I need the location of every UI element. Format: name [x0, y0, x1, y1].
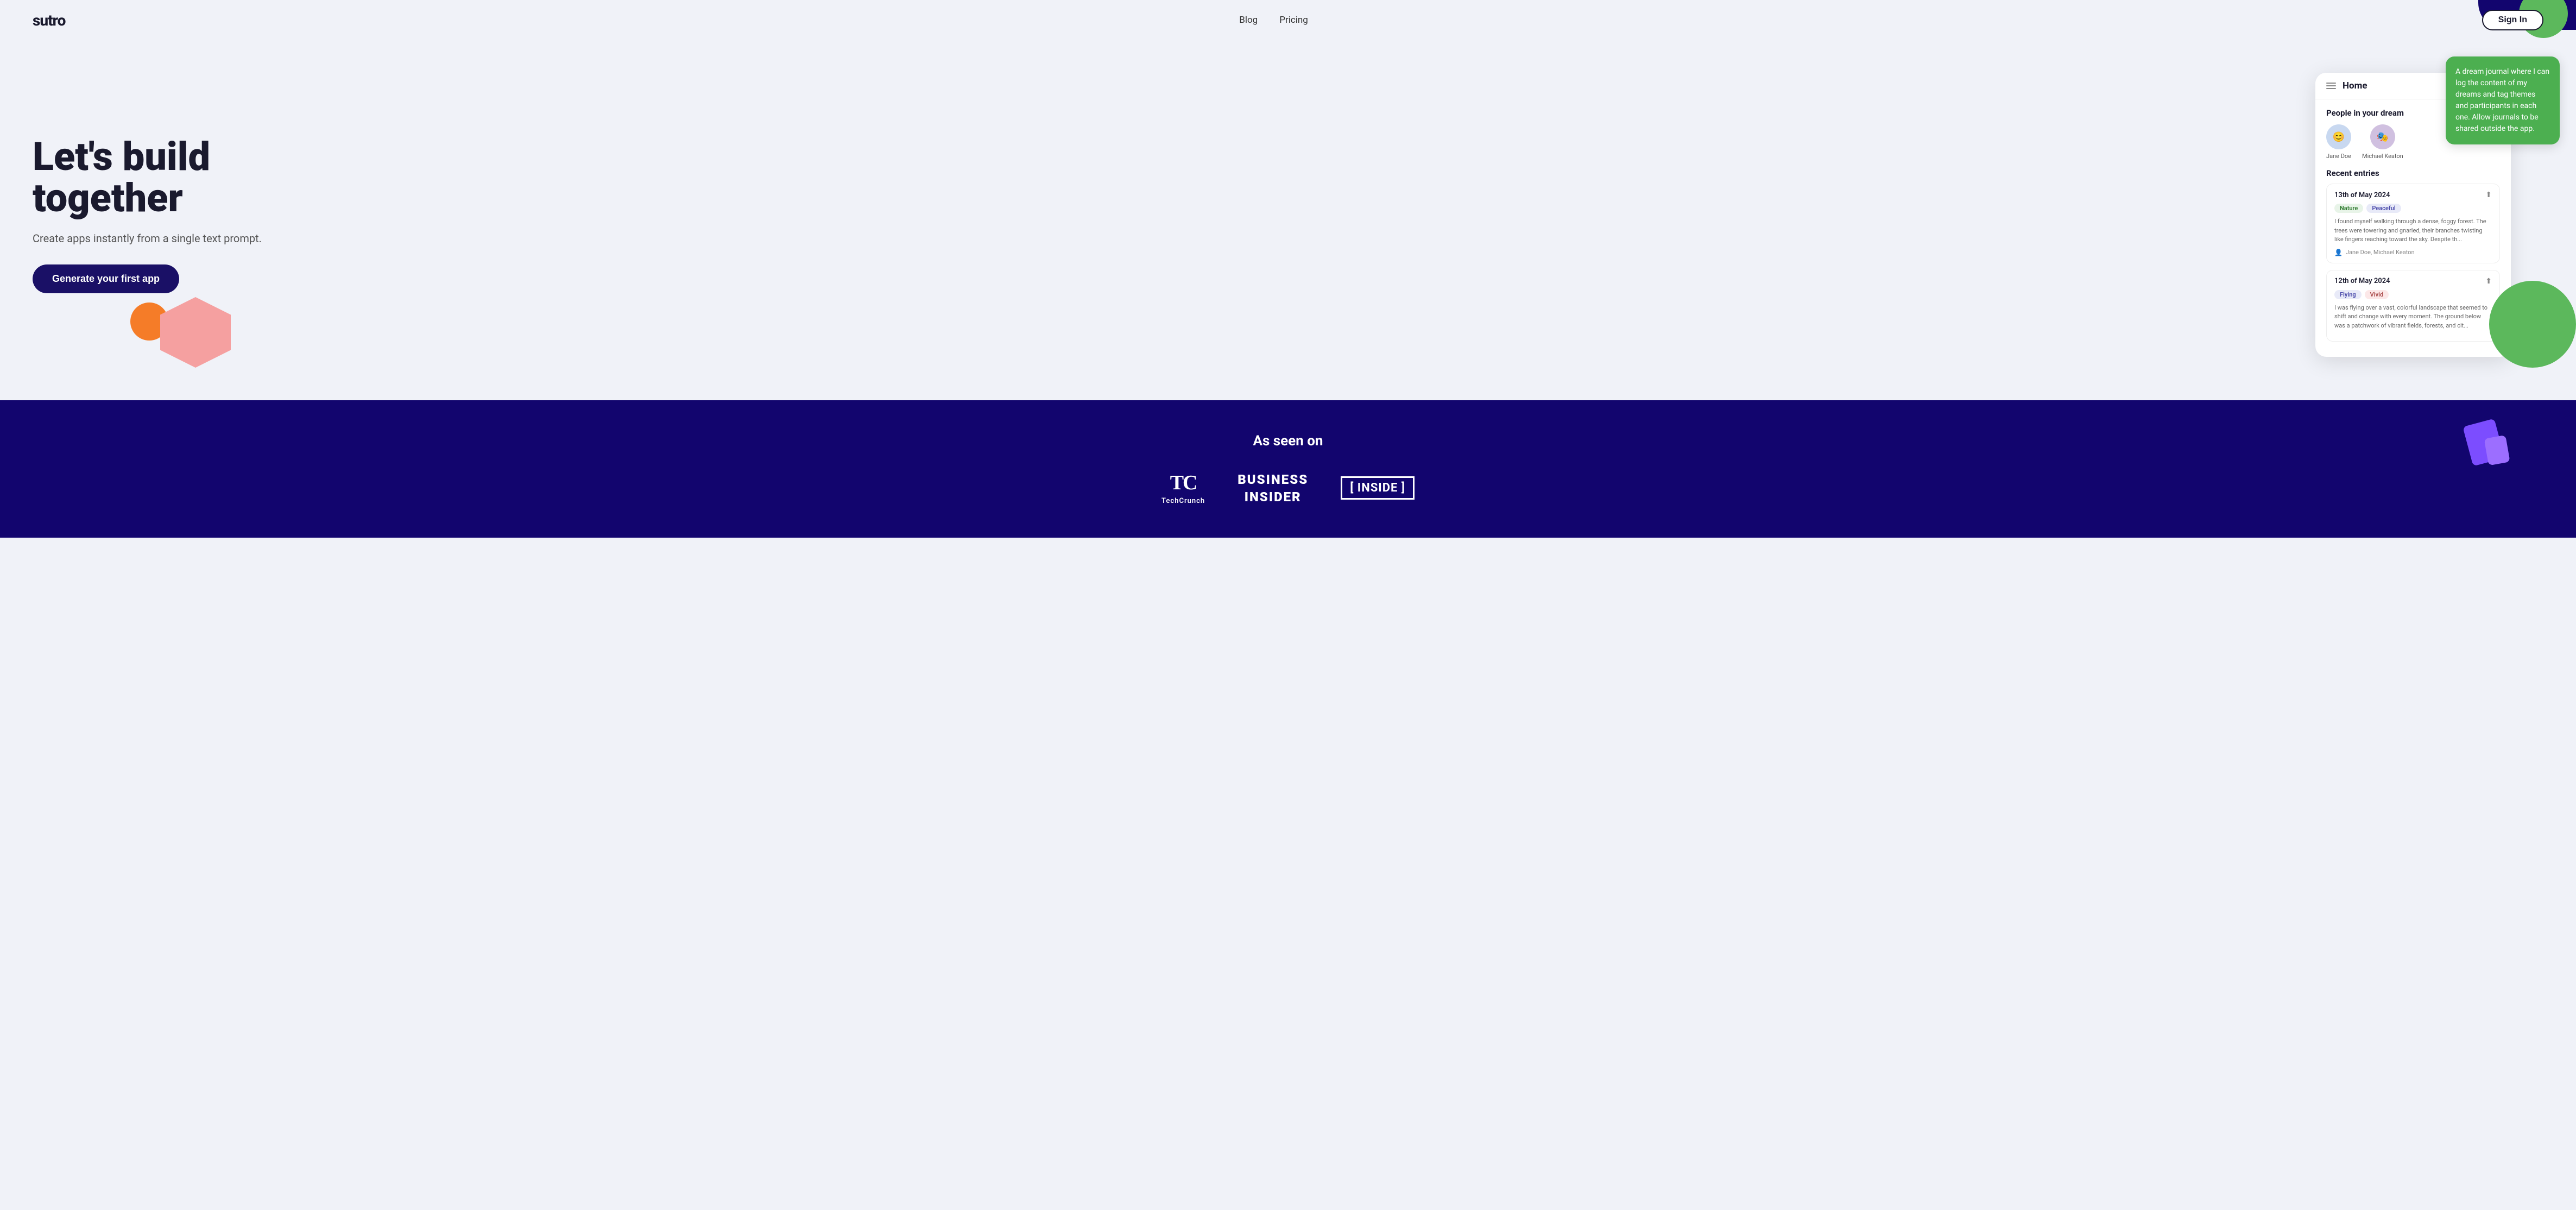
green-circle-decoration [2489, 281, 2576, 368]
tag-nature: Nature [2334, 204, 2363, 213]
person-michael: 🎭 Michael Keaton [2362, 124, 2403, 160]
people-icon-1: 👤 [2334, 249, 2343, 256]
signin-button[interactable]: Sign In [2482, 10, 2543, 30]
as-seen-title: As seen on [1253, 433, 1323, 449]
tc-label: TechCrunch [1161, 497, 1205, 505]
nav-blog[interactable]: Blog [1239, 15, 1258, 26]
entry-text-1: I found myself walking through a dense, … [2334, 217, 2492, 244]
tag-vivid: Vivid [2365, 290, 2389, 299]
hamburger-icon [2326, 83, 2336, 89]
entries-section: Recent entries 13th of May 2024 ⬆ Nature… [2315, 168, 2511, 357]
person-name-michael: Michael Keaton [2362, 153, 2403, 160]
nav-links: Blog Pricing [1239, 15, 1308, 26]
pink-hexagon-decoration [160, 297, 231, 368]
entry-date-2: 12th of May 2024 [2334, 277, 2390, 285]
entry-people-1: 👤 Jane Doe, Michael Keaton [2334, 249, 2492, 256]
inside-logo: [ INSIDE ] [1341, 476, 1415, 500]
entry-date-1: 13th of May 2024 [2334, 191, 2390, 199]
hero-content: Let's build together Create apps instant… [33, 136, 262, 293]
tc-symbol: TC [1170, 471, 1197, 495]
entry-card-2: 12th of May 2024 ⬆ Flying Vivid I was fl… [2326, 270, 2500, 342]
avatar-michael: 🎭 [2370, 124, 2395, 149]
bi-line1: BUSINESS [1238, 472, 1308, 487]
techcrunch-logo: TC TechCrunch [1161, 471, 1205, 505]
ai-tooltip-text: A dream journal where I can log the cont… [2455, 67, 2549, 133]
logos-row: TC TechCrunch BUSINESS INSIDER [ INSIDE … [1161, 471, 1415, 505]
nav-pricing[interactable]: Pricing [1279, 15, 1308, 26]
nav-right: Sign In [2482, 10, 2543, 30]
entry-card-1: 13th of May 2024 ⬆ Nature Peaceful I fou… [2326, 184, 2500, 263]
bi-line2: INSIDER [1245, 489, 1302, 505]
entry-header-2: 12th of May 2024 ⬆ [2334, 277, 2492, 286]
entry-header-1: 13th of May 2024 ⬆ [2334, 191, 2492, 199]
entries-title: Recent entries [2326, 168, 2500, 178]
hero-subtitle: Create apps instantly from a single text… [33, 232, 262, 245]
purple-card-decoration [2463, 419, 2504, 467]
navbar: sutro Blog Pricing Sign In [0, 0, 2576, 40]
entry-tags-2: Flying Vivid [2334, 290, 2492, 299]
logo[interactable]: sutro [33, 11, 65, 29]
inside-label: [ INSIDE ] [1350, 481, 1405, 495]
mockup-home-title: Home [2343, 80, 2367, 91]
share-icon-1[interactable]: ⬆ [2485, 191, 2492, 199]
business-insider-logo: BUSINESS INSIDER [1238, 472, 1308, 505]
entry-text-2: I was flying over a vast, colorful lands… [2334, 304, 2492, 331]
entry-tags-1: Nature Peaceful [2334, 204, 2492, 213]
person-name-jane: Jane Doe [2326, 153, 2351, 160]
share-icon-2[interactable]: ⬆ [2485, 277, 2492, 286]
person-jane: 😊 Jane Doe [2326, 124, 2351, 160]
hero-section: Let's build together Create apps instant… [0, 40, 2576, 400]
generate-app-button[interactable]: Generate your first app [33, 264, 179, 293]
avatar-jane: 😊 [2326, 124, 2351, 149]
as-seen-on-section: As seen on TC TechCrunch BUSINESS INSIDE… [0, 400, 2576, 538]
app-mockup-container: A dream journal where I can log the cont… [2315, 73, 2543, 357]
hero-title: Let's build together [33, 136, 262, 218]
tag-flying: Flying [2334, 290, 2362, 299]
tag-peaceful: Peaceful [2366, 204, 2401, 213]
ai-tooltip: A dream journal where I can log the cont… [2446, 56, 2560, 144]
